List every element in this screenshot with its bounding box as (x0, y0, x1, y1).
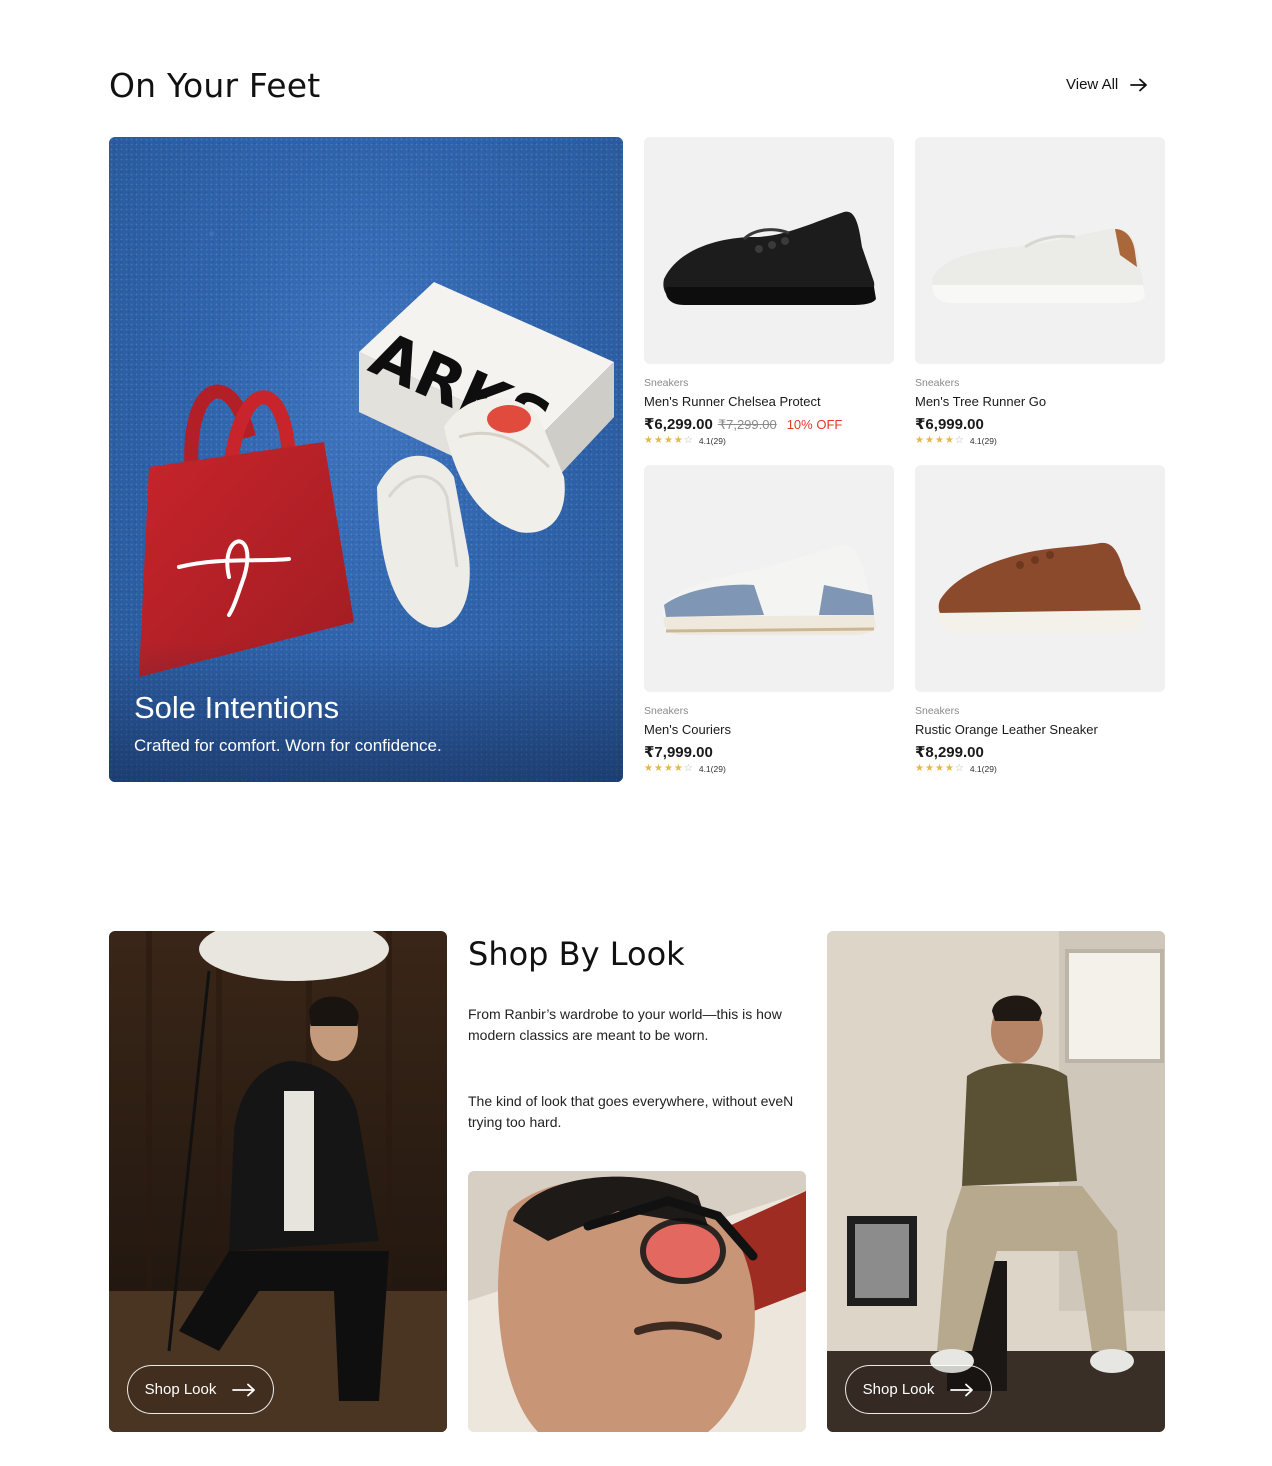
rating-value: 4.1(29) (698, 436, 726, 446)
star-icon: ★ (653, 435, 663, 446)
view-all-link[interactable]: View All (1066, 76, 1148, 93)
rating-value: 4.1(29) (698, 764, 726, 774)
arrow-right-icon (1130, 78, 1148, 91)
view-all-label: View All (1066, 76, 1119, 93)
price-row: ₹6,999.00 (915, 415, 1165, 433)
shop-look-label: Shop Look (862, 1381, 935, 1398)
product-price: ₹7,999.00 (644, 744, 713, 761)
discount-badge: 10% OFF (786, 417, 843, 432)
product-image[interactable] (915, 465, 1165, 692)
product-image[interactable] (644, 137, 894, 364)
product-price: ₹6,299.00 (644, 416, 713, 433)
price-row: ₹7,999.00 (644, 743, 894, 761)
star-icon: ★ (915, 763, 924, 774)
brown-sneaker-illustration (936, 542, 1143, 633)
price-row: ₹8,299.00 (915, 743, 1165, 761)
look-paragraph-2: The kind of look that goes everywhere, w… (468, 1093, 794, 1130)
look-card-center[interactable] (468, 1171, 806, 1432)
rating-value: 4.1(29) (969, 764, 997, 774)
star-icon: ★ (934, 763, 944, 774)
product-mrp: ₹7,299.00 (717, 417, 777, 432)
shop-look-button-right[interactable]: Shop Look (845, 1365, 992, 1414)
star-icon: ★ (924, 435, 934, 446)
star-outline-icon: ☆ (683, 435, 693, 446)
hero-banner[interactable]: ARKS Sole Intentions Crafted for comfort… (109, 137, 623, 782)
star-icon: ★ (944, 435, 954, 446)
star-icon: ★ (644, 435, 653, 446)
product-category: Sneakers (644, 377, 689, 389)
star-icon: ★ (915, 435, 924, 446)
star-rating: ★ ★ ★ ★ ☆ (644, 764, 693, 774)
product-category: Sneakers (644, 705, 689, 717)
star-outline-icon: ☆ (954, 763, 964, 774)
rating-row: ★ ★ ★ ★ ☆ 4.1(29) (644, 764, 894, 775)
look-paragraph-1: From Ranbir’s wardrobe to your world—thi… (468, 1006, 782, 1043)
star-icon: ★ (663, 763, 673, 774)
product-image[interactable] (915, 137, 1165, 364)
star-icon: ★ (673, 435, 683, 446)
product-category: Sneakers (915, 377, 960, 389)
product-card[interactable]: Sneakers Men's Couriers ₹7,999.00 ★ ★ ★ ★ ☆ … (644, 465, 894, 774)
long-arrow-right-icon (950, 1383, 974, 1396)
product-image[interactable] (644, 465, 894, 692)
product-card[interactable]: Sneakers Men's Runner Chelsea Protect ₹6… (644, 137, 894, 446)
hero-subtitle: Crafted for comfort. Worn for confidence… (134, 736, 442, 755)
rating-row: ★ ★ ★ ★ ☆ 4.1(29) (915, 764, 1165, 775)
section-title-on-your-feet: On Your Feet (109, 66, 321, 105)
tote-bag-illustration (139, 384, 354, 677)
star-icon: ★ (673, 763, 683, 774)
product-name[interactable]: Men's Tree Runner Go (915, 394, 1165, 409)
shop-look-button-left[interactable]: Shop Look (127, 1365, 274, 1414)
long-arrow-right-icon (232, 1383, 256, 1396)
black-sneaker-illustration (663, 211, 876, 305)
look-photo-leather-jacket (109, 931, 447, 1432)
hero-title: Sole Intentions (134, 690, 340, 725)
shop-look-label: Shop Look (144, 1381, 217, 1398)
star-icon: ★ (644, 763, 653, 774)
star-icon: ★ (653, 763, 663, 774)
look-card-left[interactable]: Shop Look (109, 931, 447, 1432)
star-rating: ★ ★ ★ ★ ☆ (915, 436, 964, 446)
star-icon: ★ (663, 435, 673, 446)
product-name[interactable]: Rustic Orange Leather Sneaker (915, 722, 1165, 737)
blue-sneaker-illustration (663, 544, 876, 635)
white-sneaker-illustration (932, 228, 1145, 303)
star-outline-icon: ☆ (954, 435, 964, 446)
look-photo-sunglasses-closeup (468, 1171, 806, 1432)
look-card-right[interactable]: Shop Look (827, 931, 1165, 1432)
product-name[interactable]: Men's Runner Chelsea Protect (644, 394, 894, 409)
star-icon: ★ (934, 435, 944, 446)
product-name[interactable]: Men's Couriers (644, 722, 894, 737)
star-rating: ★ ★ ★ ★ ☆ (644, 436, 693, 446)
product-card[interactable]: Sneakers Men's Tree Runner Go ₹6,999.00 … (915, 137, 1165, 446)
price-row: ₹6,299.00 ₹7,299.00 10% OFF (644, 415, 894, 433)
product-price: ₹8,299.00 (915, 744, 984, 761)
rating-row: ★ ★ ★ ★ ☆ 4.1(29) (644, 436, 894, 447)
product-category: Sneakers (915, 705, 960, 717)
section-title-shop-by-look: Shop By Look (468, 935, 685, 973)
product-card[interactable]: Sneakers Rustic Orange Leather Sneaker ₹… (915, 465, 1165, 774)
star-rating: ★ ★ ★ ★ ☆ (915, 764, 964, 774)
star-outline-icon: ☆ (683, 763, 693, 774)
product-price: ₹6,999.00 (915, 416, 984, 433)
star-icon: ★ (944, 763, 954, 774)
rating-value: 4.1(29) (969, 436, 997, 446)
rating-row: ★ ★ ★ ★ ☆ 4.1(29) (915, 436, 1165, 447)
star-icon: ★ (924, 763, 934, 774)
look-photo-olive-polo (827, 931, 1165, 1432)
